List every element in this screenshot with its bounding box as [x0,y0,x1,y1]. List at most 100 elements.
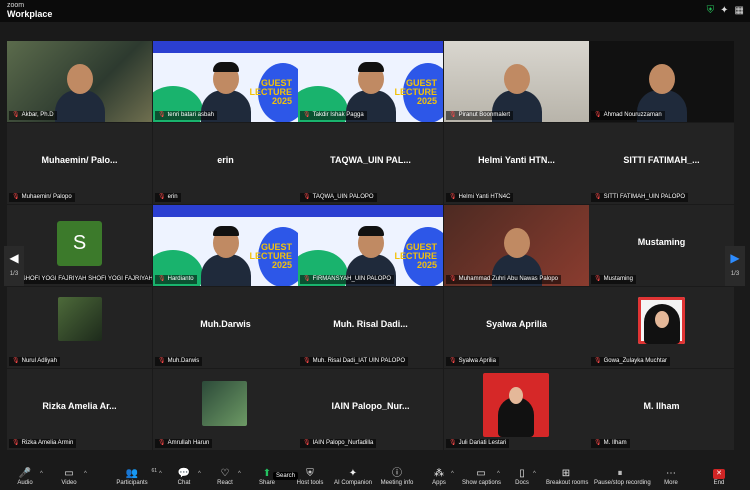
apps-caret-icon[interactable]: ^ [451,471,454,477]
app-logo-line2: Workplace [7,9,53,19]
participant-name: Muh.Darwis [167,358,200,364]
profile-photo [638,297,685,344]
participant-name: M. Ilham [603,440,627,446]
participant-name: tenri batari asbah [167,112,214,118]
document-icon: ▯ [519,468,525,479]
docs-button[interactable]: ▯ Docs [514,468,530,487]
participant-tile[interactable]: 🎙 Amrullah Harun [153,369,298,450]
guest-lecture-background: GUEST LECTURE 2025 [298,205,443,286]
more-button[interactable]: ⋯ More [662,468,680,487]
participant-tile[interactable]: 🎙 Nurul Adliyah [7,287,152,368]
prev-page-button[interactable]: ◀ 1/3 [4,246,24,286]
show-captions-button[interactable]: ▭ Show captions [462,468,501,487]
participant-tile[interactable]: Syalwa Aprilia 🎙 Syalwa Aprilia [444,287,589,368]
muted-mic-icon: 🎤 [18,468,32,479]
chevron-left-icon: ◀ [9,251,19,265]
video-caret-icon[interactable]: ^ [84,471,87,477]
participant-tile[interactable]: M. Ilham 🎙 M. Ilham [589,369,734,450]
end-button[interactable]: ✕ End [710,468,728,487]
pause-stop-icon: ⏸ [617,468,623,479]
docs-caret-icon[interactable]: ^ [533,471,536,477]
participant-tile[interactable]: 🎙 Muhammad Zuhri Abu Nawas Palopo [444,205,589,286]
captions-caret-icon[interactable]: ^ [497,471,500,477]
participant-display-name: erin [217,155,234,165]
muted-mic-icon: 🎙 [12,112,20,118]
participant-tile[interactable]: 🎙 Akbar, Ph.D [7,41,152,122]
muted-mic-icon: 🎙 [303,276,311,282]
participant-name: Nurul Adliyah [21,358,57,364]
pause-recording-button[interactable]: ⏸ Pause/stop recording [594,468,651,487]
participant-tile[interactable]: 🎙 Juli Dariati Lestari [444,369,589,450]
heart-icon: ♡ [220,468,230,479]
participant-tile[interactable]: GUEST LECTURE 2025 🎙 tenri batari asbah [153,41,298,122]
participant-tile[interactable]: Rizka Amelia Ar... 🎙 Rizka Amelia Armin [7,369,152,450]
meeting-info-label: Meeting info [380,480,414,486]
participants-label: Participants [116,480,148,486]
participant-tile[interactable]: 🎙 Gowa_Zulayka Muchtar [589,287,734,368]
ai-companion-label: AI Companion [334,480,373,486]
guest-lecture-text: GUEST LECTURE 2025 [394,78,438,106]
meeting-stage: 🎙 Akbar, Ph.D GUEST LECTURE 2025 🎙 tenri batar… [0,22,750,466]
participant-name-tag: 🎙 Muhammad Zuhri Abu Nawas Palopo [446,275,562,284]
participant-tile[interactable]: IAIN Palopo_Nur... 🎙 IAIN Palopo_Nurfadill… [298,369,443,450]
muted-mic-icon: 🎙 [449,194,457,200]
chat-icon: 💬 [177,468,191,479]
muted-mic-icon: 🎙 [449,276,457,282]
participants-count: 61 [151,468,157,474]
more-icon: ⋯ [666,468,676,479]
muted-mic-icon: 🎙 [158,112,166,118]
ai-companion-button[interactable]: ✦ AI Companion [334,468,372,487]
participant-name: Hardianto [167,276,194,282]
participant-name: IAIN Palopo_Nurfadilla [312,440,374,446]
participant-name: TAQWA_UIN PALOPO [312,194,374,200]
apps-icon: ⁂ [434,468,444,479]
participant-tile[interactable]: Muh. Risal Dadi... 🎙 Muh. Risal Dadi_IAT U… [298,287,443,368]
participants-button[interactable]: 👥 61 Participants [115,468,157,487]
participant-name: Gowa_Zulayka Muchtar [603,358,667,364]
audio-caret-icon[interactable]: ^ [40,471,43,477]
participant-display-name: Mustaming [637,237,686,247]
participant-display-name: Muh. Risal Dadi... [333,319,408,329]
meeting-info-button[interactable]: ⓘ Meeting info [380,468,414,487]
participant-tile[interactable]: GUEST LECTURE 2025 🎙 FIRMANSYAH_UIN PALOPO [298,205,443,286]
participant-tile[interactable]: Mustaming 🎙 Mustaming [589,205,734,286]
participant-name-tag: 🎙SHOFI YOGI FAJRIYAH SHOFI YOGI FAJRIYAH [9,275,152,284]
video-button[interactable]: ▭ Video [58,468,80,487]
participant-display-name: Muhaemin/ Palo... [41,155,118,165]
participant-tile[interactable]: erin 🎙 erin [153,123,298,204]
info-icon: ⓘ [392,468,402,479]
participant-name-tag: 🎙 Helmi Yanti HTN4C [446,193,514,202]
react-button[interactable]: ♡ React [216,468,234,487]
apps-button[interactable]: ⁂ Apps [430,468,448,487]
chat-caret-icon[interactable]: ^ [198,471,201,477]
participant-tile[interactable]: Helmi Yanti HTN... 🎙 Helmi Yanti HTN4C [444,123,589,204]
view-grid-icon[interactable]: ▦ [735,5,744,17]
participant-name-tag: 🎙 Muh. Risal Dadi_IAT UIN PALOPO [300,357,408,366]
participant-tile[interactable]: SITTI FATIMAH_... 🎙 SITTI FATIMAH_UIN PALO… [589,123,734,204]
participant-tile[interactable]: Muh.Darwis 🎙 Muh.Darwis [153,287,298,368]
profile-photo [483,373,549,437]
participant-name-tag: 🎙 SITTI FATIMAH_UIN PALOPO [591,193,689,202]
host-tools-button[interactable]: ⛨ Host tools [296,468,324,487]
next-page-button[interactable]: ▶ 1/3 [725,246,745,286]
participant-tile[interactable]: GUEST LECTURE 2025 🎙 Takdir Ishak Pagga [298,41,443,122]
react-caret-icon[interactable]: ^ [238,471,241,477]
participant-tile[interactable]: Muhaemin/ Palo... 🎙 Muhaemin/ Palopo [7,123,152,204]
audio-button[interactable]: 🎤 Audio [14,468,36,487]
participant-name: Mustaming [603,276,633,282]
chevron-right-icon: ▶ [730,251,740,265]
participant-tile[interactable]: 🎙 Piranut Boonmalert [444,41,589,122]
breakout-rooms-button[interactable]: ⊞ Breakout rooms [546,468,588,487]
participant-name: Muh. Risal Dadi_IAT UIN PALOPO [312,358,405,364]
participant-tile[interactable]: 🎙 Ahmad Nouruzzaman [589,41,734,122]
sparkle-icon[interactable]: ✦ [720,5,728,17]
participant-tile[interactable]: TAQWA_UIN PAL... 🎙 TAQWA_UIN PALOPO [298,123,443,204]
participants-caret-icon[interactable]: ^ [159,471,162,477]
participant-tile[interactable]: GUEST LECTURE 2025 🎙 Hardianto [153,205,298,286]
participant-name-tag: 🎙 Muh.Darwis [155,357,203,366]
participant-tile[interactable]: S 🎙SHOFI YOGI FAJRIYAH SHOFI YOGI FAJRIYA… [7,205,152,286]
muted-mic-icon: 🎙 [449,358,457,364]
muted-mic-icon: 🎙 [449,440,457,446]
chat-button[interactable]: 💬 Chat [175,468,193,487]
shield-icon[interactable]: ⛨ [707,5,715,17]
